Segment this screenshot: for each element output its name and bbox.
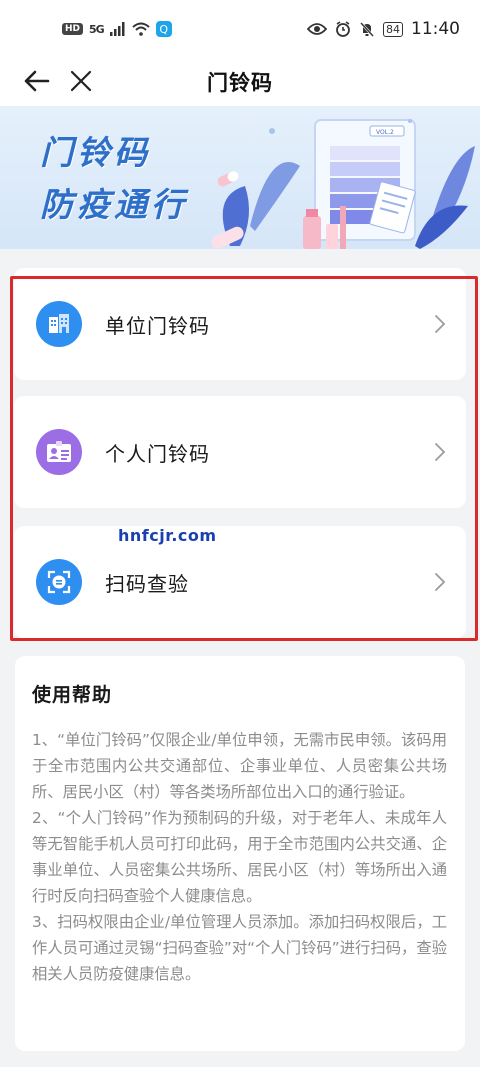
menu-item-personal-doorbell-code[interactable]: 个人门铃码: [14, 396, 466, 508]
watermark: hnfcjr.com: [118, 526, 217, 545]
menu-item-scan-verify[interactable]: 扫码查验: [14, 526, 466, 638]
help-item: 1、“单位门铃码”仅限企业/单位申领，无需市民申领。该码用于全市范围内公共交通部…: [32, 731, 447, 801]
banner-title-line2: 防疫通行: [40, 185, 188, 224]
help-section: 使用帮助 1、“单位门铃码”仅限企业/单位申领，无需市民申领。该码用于全市范围内…: [15, 656, 465, 1051]
help-list: 1、“单位门铃码”仅限企业/单位申领，无需市民申领。该码用于全市范围内公共交通部…: [32, 727, 447, 987]
bottom-strip: [0, 1055, 480, 1067]
alarm-icon: [336, 21, 350, 37]
status-bar: HD 5G Q 84 11:40: [0, 0, 480, 58]
banner: 门铃码 防疫通行 VOL.2: [0, 106, 480, 249]
menu-item-unit-doorbell-code[interactable]: 单位门铃码: [14, 268, 466, 380]
close-icon[interactable]: [66, 66, 96, 96]
nav-bar: 门铃码: [0, 58, 480, 106]
scan-icon: [36, 559, 82, 605]
menu-item-label: 扫码查验: [105, 571, 189, 596]
page-title: 门铃码: [207, 71, 273, 95]
eye-icon: [307, 23, 327, 35]
status-right: 84 11:40: [307, 19, 460, 39]
banner-illustration: VOL.2: [211, 119, 475, 249]
banner-vol-badge: VOL.2: [376, 129, 394, 136]
chevron-right-icon: [435, 315, 446, 333]
app-search-icon: Q: [155, 21, 172, 37]
menu-item-label: 单位门铃码: [105, 313, 210, 338]
wifi-icon: [132, 22, 150, 36]
network-type: 5G: [89, 22, 105, 36]
chevron-right-icon: [435, 573, 446, 591]
signal-icon: [109, 22, 125, 36]
status-left: HD 5G Q: [62, 21, 172, 37]
status-time: 11:40: [411, 19, 460, 39]
hd-badge: HD: [62, 23, 84, 35]
building-icon: [36, 301, 82, 347]
banner-title-line1: 门铃码: [40, 133, 151, 172]
menu-list: 单位门铃码 个人门铃码 扫码查验: [14, 268, 466, 638]
help-title: 使用帮助: [32, 684, 113, 706]
back-arrow-icon[interactable]: [22, 66, 52, 96]
help-item: 3、扫码权限由企业/单位管理人员添加。添加扫码权限后，工作人员可通过灵锡“扫码查…: [32, 913, 447, 983]
help-item: 2、“个人门铃码”作为预制码的升级，对于老年人、未成年人等无智能手机人员可打印此…: [32, 809, 447, 905]
menu-item-label: 个人门铃码: [105, 441, 210, 466]
battery-indicator: 84: [383, 21, 403, 37]
id-card-icon: [36, 429, 82, 475]
mute-icon: [360, 22, 374, 37]
chevron-right-icon: [435, 443, 446, 461]
